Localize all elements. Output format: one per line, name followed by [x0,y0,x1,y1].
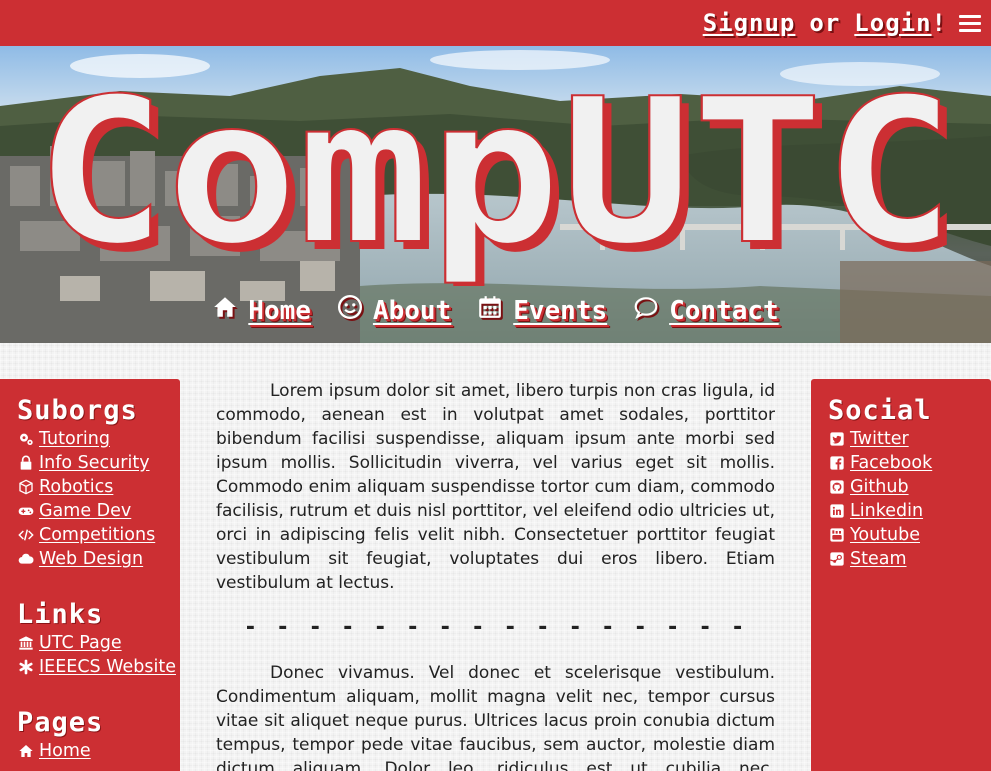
github-link[interactable]: Github [850,477,909,497]
twitter-icon [828,431,845,448]
list-item: Competitions [17,523,180,547]
nav-contact[interactable]: Contact [633,294,779,327]
tutoring-link[interactable]: Tutoring [39,429,110,449]
pages-heading: Pages [17,707,104,738]
nav-about[interactable]: About [337,294,451,327]
links-heading: Links [17,599,104,630]
logo-text: CompUTC [35,66,955,286]
main-nav: Home About Events Contact [0,294,991,327]
login-link[interactable]: Login [854,9,931,37]
pages-list: Home [17,739,180,763]
exclamation-text: ! [931,9,947,37]
hero-banner: CompUTC CompUTC Home About Events Contac… [0,46,991,343]
list-item: Info Security [17,451,180,475]
section-divider: - - - - - - - - - - - - - - - - [243,615,748,640]
info-security-link[interactable]: Info Security [39,453,150,473]
nav-home[interactable]: Home [212,294,311,327]
cloud-icon [17,551,34,568]
list-item: Github [828,475,991,499]
web-design-link[interactable]: Web Design [39,549,143,569]
facebook-link[interactable]: Facebook [850,453,932,473]
nav-contact-label: Contact [669,295,779,326]
left-sidebar: Suborgs Tutoring Info Security Robotics … [0,379,180,771]
list-item: IEEECS Website [17,655,180,679]
utc-page-link[interactable]: UTC Page [39,633,122,653]
list-item: Twitter [828,427,991,451]
list-item: Tutoring [17,427,180,451]
asterisk-icon [17,659,34,676]
linkedin-icon [828,503,845,520]
facebook-icon [828,455,845,472]
hamburger-icon[interactable] [959,14,981,32]
list-item: Facebook [828,451,991,475]
list-item: Steam [828,547,991,571]
speech-bubble-icon [633,294,659,327]
list-item: Linkedin [828,499,991,523]
site-logo: CompUTC CompUTC [0,55,991,297]
signup-link[interactable]: Signup [703,9,796,37]
home-icon [212,294,238,327]
youtube-link[interactable]: Youtube [850,525,920,545]
top-bar: Signup or Login ! [0,0,991,46]
nav-home-label: Home [248,295,311,326]
nav-events[interactable]: Events [477,294,607,327]
ieeecs-website-link[interactable]: IEEECS Website [39,657,176,677]
body-paragraph-1: Lorem ipsum dolor sit amet, libero turpi… [216,381,775,593]
code-icon [17,527,34,544]
list-item: Game Dev [17,499,180,523]
right-sidebar: Social Twitter Facebook Github Linkedin … [811,379,991,771]
list-item: Youtube [828,523,991,547]
steam-link[interactable]: Steam [850,549,907,569]
body-paragraph-2: Donec vivamus. Vel donec et scelerisque … [216,663,775,771]
smile-icon [337,294,363,327]
linkedin-link[interactable]: Linkedin [850,501,923,521]
list-item: Web Design [17,547,180,571]
lock-icon [17,455,34,472]
social-list: Twitter Facebook Github Linkedin Youtube… [828,427,991,571]
twitter-link[interactable]: Twitter [850,429,909,449]
github-icon [828,479,845,496]
home-icon [17,743,34,760]
university-icon [17,635,34,652]
nav-events-label: Events [513,295,608,326]
competitions-link[interactable]: Competitions [39,525,155,545]
suborgs-list: Tutoring Info Security Robotics Game Dev… [17,427,180,571]
steam-icon [828,551,845,568]
youtube-icon [828,527,845,544]
nav-about-label: About [372,295,452,326]
list-item: UTC Page [17,631,180,655]
list-item: Home [17,739,180,763]
suborgs-heading: Suborgs [17,395,138,426]
gamepad-icon [17,503,34,520]
robotics-link[interactable]: Robotics [39,477,113,497]
calendar-icon [477,294,503,327]
pages-home-link[interactable]: Home [39,741,91,761]
links-list: UTC Page IEEECS Website [17,631,180,679]
game-dev-link[interactable]: Game Dev [39,501,131,521]
social-heading: Social [828,395,932,426]
main-content: Lorem ipsum dolor sit amet, libero turpi… [216,379,775,771]
list-item: Robotics [17,475,180,499]
gears-icon [17,431,34,448]
cube-icon [17,479,34,496]
or-text: or [809,9,841,37]
